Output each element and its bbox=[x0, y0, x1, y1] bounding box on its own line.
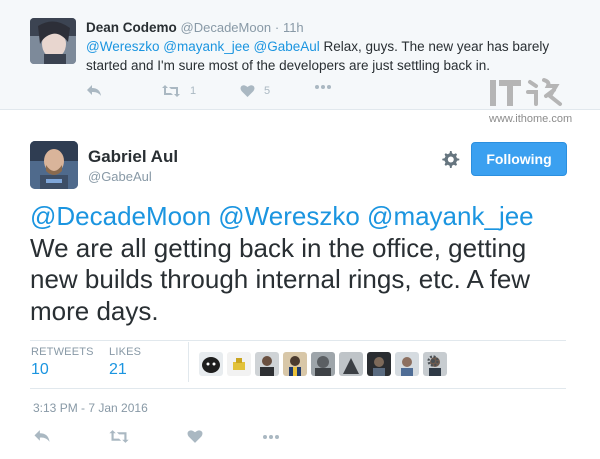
more-button[interactable] bbox=[261, 434, 281, 440]
mention-link[interactable]: @mayank_jee bbox=[367, 201, 534, 231]
liker-avatar[interactable] bbox=[395, 352, 419, 376]
likes-count: 21 bbox=[109, 361, 127, 378]
divider bbox=[30, 388, 566, 389]
author-name[interactable]: Gabriel Aul bbox=[88, 147, 178, 167]
divider bbox=[30, 340, 566, 341]
like-button[interactable]: 5 bbox=[240, 84, 270, 98]
gear-icon[interactable] bbox=[440, 149, 460, 169]
author-name[interactable]: Dean Codemo bbox=[86, 20, 177, 35]
mention-link[interactable]: @DecadeMoon bbox=[30, 201, 211, 231]
retweet-icon bbox=[162, 85, 180, 97]
like-count: 5 bbox=[264, 85, 271, 97]
liker-avatar[interactable] bbox=[367, 352, 391, 376]
reply-text-line2: started and I'm sure most of the develop… bbox=[86, 57, 491, 73]
reply-icon bbox=[34, 430, 50, 442]
retweets-label: RETWEETS bbox=[31, 346, 94, 358]
retweet-count: 1 bbox=[190, 85, 197, 97]
reply-icon bbox=[87, 85, 101, 96]
liker-avatar[interactable] bbox=[283, 352, 307, 376]
more-button[interactable] bbox=[314, 84, 332, 90]
tweet-text-line1: We are all getting back in the office, g… bbox=[30, 232, 527, 263]
liker-avatar[interactable] bbox=[311, 352, 335, 376]
mention-link[interactable]: @mayank_jee bbox=[163, 39, 250, 54]
reply-text: @Wereszko @mayank_jee @GabeAul Relax, gu… bbox=[86, 38, 556, 75]
liker-avatar[interactable] bbox=[255, 352, 279, 376]
retweets-stat[interactable]: RETWEETS 10 bbox=[31, 346, 94, 379]
tweet-time[interactable]: 11h bbox=[283, 20, 304, 35]
likes-label: LIKES bbox=[109, 346, 142, 358]
author-handle[interactable]: @GabeAul bbox=[88, 169, 152, 184]
tweet-timestamp[interactable]: 3:13 PM - 7 Jan 2016 bbox=[33, 401, 148, 415]
separator: · bbox=[274, 20, 280, 35]
avatar[interactable] bbox=[30, 141, 78, 189]
retweet-button[interactable] bbox=[108, 429, 130, 444]
reply-button[interactable] bbox=[33, 429, 51, 444]
watermark-url: www.ithome.com bbox=[489, 113, 573, 125]
reply-button[interactable] bbox=[86, 84, 102, 98]
tweet-text-line2: new builds through internal rings, etc. … bbox=[30, 264, 531, 294]
likes-stat[interactable]: LIKES 21 bbox=[109, 346, 141, 379]
tweet-text: @DecadeMoon @Wereszko @mayank_jee We are… bbox=[30, 201, 590, 327]
mention-link[interactable]: @Wereszko bbox=[218, 201, 360, 231]
retweet-icon bbox=[109, 430, 129, 443]
reply-text-line1: Relax, guys. The new year has barely bbox=[323, 39, 550, 54]
tweet-actions bbox=[30, 429, 330, 447]
like-icon bbox=[240, 85, 255, 97]
mention-link[interactable]: @GabeAul bbox=[254, 39, 320, 54]
retweets-count: 10 bbox=[31, 361, 49, 378]
more-icon bbox=[263, 435, 279, 439]
mention-link[interactable]: @Wereszko bbox=[86, 39, 159, 54]
author-handle[interactable]: @DecadeMoon bbox=[181, 20, 272, 35]
liker-avatars bbox=[199, 352, 447, 376]
like-icon bbox=[187, 430, 203, 443]
divider bbox=[188, 342, 189, 382]
reply-header: Dean Codemo @DecadeMoon · 11h bbox=[86, 20, 304, 35]
liker-avatar[interactable] bbox=[339, 352, 363, 376]
more-icon bbox=[315, 85, 331, 89]
avatar[interactable] bbox=[30, 18, 76, 64]
liker-avatar[interactable] bbox=[199, 352, 223, 376]
like-button[interactable] bbox=[187, 429, 203, 444]
following-button[interactable]: Following bbox=[471, 142, 567, 176]
liker-avatar[interactable] bbox=[227, 352, 251, 376]
gear-icon[interactable] bbox=[426, 354, 440, 368]
tweet-text-line3: more days. bbox=[30, 295, 159, 326]
retweet-button[interactable]: 1 bbox=[161, 84, 196, 98]
